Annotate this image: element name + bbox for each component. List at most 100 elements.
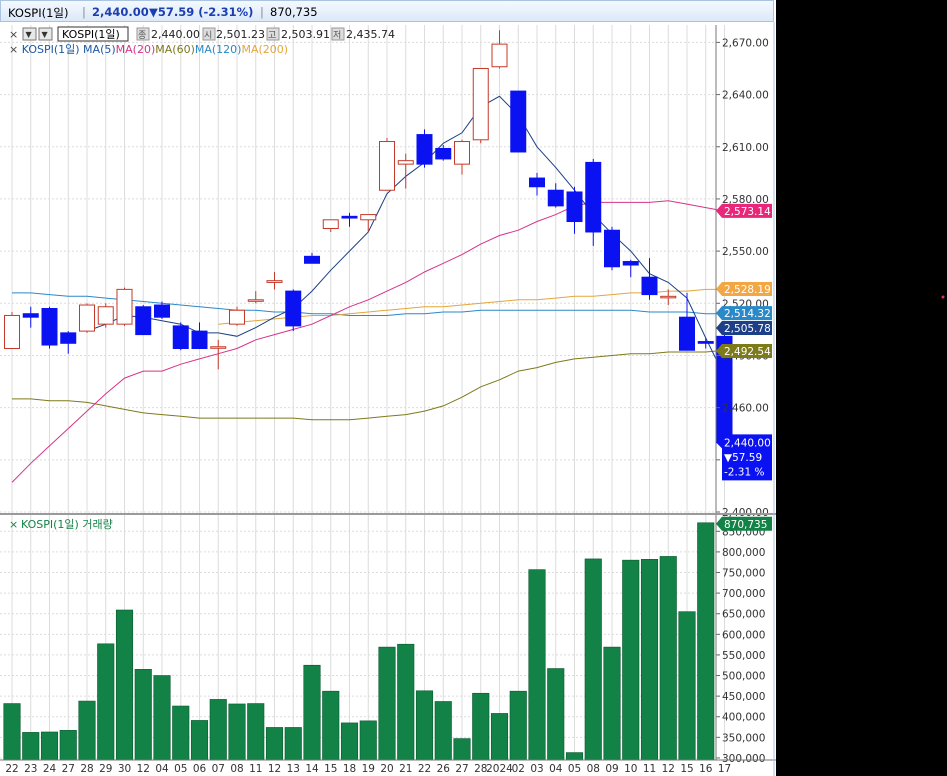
low-tag: 저 — [333, 30, 341, 41]
volume-bar — [509, 690, 527, 761]
volume-bar — [490, 713, 509, 761]
date-label: 22 — [418, 763, 431, 775]
volume-bar — [247, 703, 265, 761]
candle-down — [510, 90, 527, 153]
volume-bar — [115, 609, 134, 761]
date-label: 04 — [549, 763, 563, 775]
candle-down — [529, 177, 545, 188]
price-tick-label: 2,550.00 — [722, 246, 769, 258]
candle-down — [154, 304, 170, 318]
volume-bar — [622, 559, 640, 761]
volume-tick-label: 500,000 — [722, 671, 765, 683]
date-label: 29 — [99, 763, 112, 775]
date-label: 03 — [530, 763, 543, 775]
volume-bar — [22, 732, 40, 761]
legend-item: KOSPI(1일) — [22, 42, 83, 56]
date-label: 26 — [437, 763, 451, 775]
candle-down — [566, 191, 583, 223]
price-tick-label: 2,640.00 — [722, 90, 769, 102]
volume-badge-label: 870,735 — [724, 519, 767, 531]
date-label: 12 — [662, 763, 675, 775]
candle-down — [341, 215, 358, 219]
volume-bar — [303, 664, 321, 761]
candle-down — [641, 276, 658, 296]
date-label: 27 — [455, 763, 468, 775]
date-label: 16 — [699, 763, 713, 775]
candle-up — [229, 309, 245, 325]
candle-up — [379, 141, 395, 191]
volume-bar — [415, 690, 434, 761]
info-close-x[interactable]: × — [9, 28, 18, 41]
candle-up — [322, 219, 339, 229]
last-change-label: ▼57.59 — [724, 452, 762, 464]
date-label: 07 — [212, 763, 225, 775]
legend-item: MA(60) — [155, 43, 195, 56]
volume-bar — [153, 675, 171, 761]
symbol-badge-label: KOSPI(1일) — [62, 27, 120, 41]
volume-bar — [190, 720, 209, 761]
volume-bar — [40, 731, 59, 761]
price-tick-label: 2,610.00 — [722, 142, 769, 154]
date-label: 15 — [680, 763, 693, 775]
candle-up — [97, 306, 114, 325]
candle-up — [116, 288, 133, 325]
date-label: 2024 — [486, 763, 513, 775]
volume-bar — [284, 727, 302, 761]
volume-bar — [678, 611, 696, 761]
candle-down — [416, 134, 433, 165]
candle-up — [660, 295, 677, 299]
date-label: 06 — [193, 763, 207, 775]
volume-tick-label: 400,000 — [722, 712, 765, 724]
candle-down — [435, 147, 452, 160]
volume-bar — [397, 643, 415, 761]
date-label: 05 — [174, 763, 187, 775]
date-label: 15 — [324, 763, 337, 775]
candle-down — [41, 308, 58, 346]
volume-bar — [340, 722, 359, 761]
low-value: 2,435.74 — [346, 28, 395, 41]
candle-down — [304, 255, 320, 264]
candle-down — [172, 325, 189, 350]
close-value: 2,440.00 — [151, 28, 200, 41]
date-label: 08 — [587, 763, 600, 775]
date-label: 02 — [512, 763, 525, 775]
candle-down — [622, 261, 639, 266]
volume-bar — [3, 703, 21, 761]
date-label: 20 — [380, 763, 393, 775]
price-tick-label: 2,670.00 — [722, 37, 769, 49]
volume-bar — [359, 720, 377, 761]
open-value: 2,501.23 — [216, 28, 265, 41]
volume-bar — [603, 646, 621, 761]
candle-down — [191, 330, 208, 350]
legend-x[interactable]: × — [9, 43, 22, 56]
candle-down — [135, 306, 152, 336]
volume-panel-x[interactable]: × — [9, 518, 18, 531]
candle-up — [491, 43, 508, 68]
stray-marker-dot — [941, 295, 945, 299]
legend-item: MA(200) — [241, 43, 288, 56]
candle-down — [585, 161, 602, 233]
volume-tick-label: 800,000 — [722, 547, 765, 559]
date-label: 11 — [643, 763, 656, 775]
volume-bar — [78, 700, 96, 761]
date-label: 12 — [137, 763, 150, 775]
volume-bar — [659, 556, 677, 761]
date-label: 28 — [80, 763, 93, 775]
date-label: 04 — [155, 763, 169, 775]
legend-item: MA(20) — [116, 43, 156, 56]
date-label: 10 — [624, 763, 637, 775]
date-label: 27 — [62, 763, 75, 775]
volume-bar — [378, 646, 396, 761]
candle-up — [397, 160, 414, 165]
volume-bar — [640, 559, 659, 761]
chart-svg[interactable]: 2,670.002,640.002,610.002,580.002,550.00… — [0, 0, 776, 776]
price-badge-label: 2,505.78 — [724, 323, 771, 335]
price-badge-label: 2,514.32 — [724, 308, 771, 320]
volume-bar — [584, 558, 602, 761]
date-label: 17 — [718, 763, 731, 775]
volume-bar — [547, 668, 565, 761]
price-badge-label: 2,573.14 — [724, 206, 771, 218]
candle-down — [285, 290, 302, 327]
price-badge-label: 2,528.19 — [724, 284, 771, 296]
legend-item: MA(120) — [195, 43, 242, 56]
